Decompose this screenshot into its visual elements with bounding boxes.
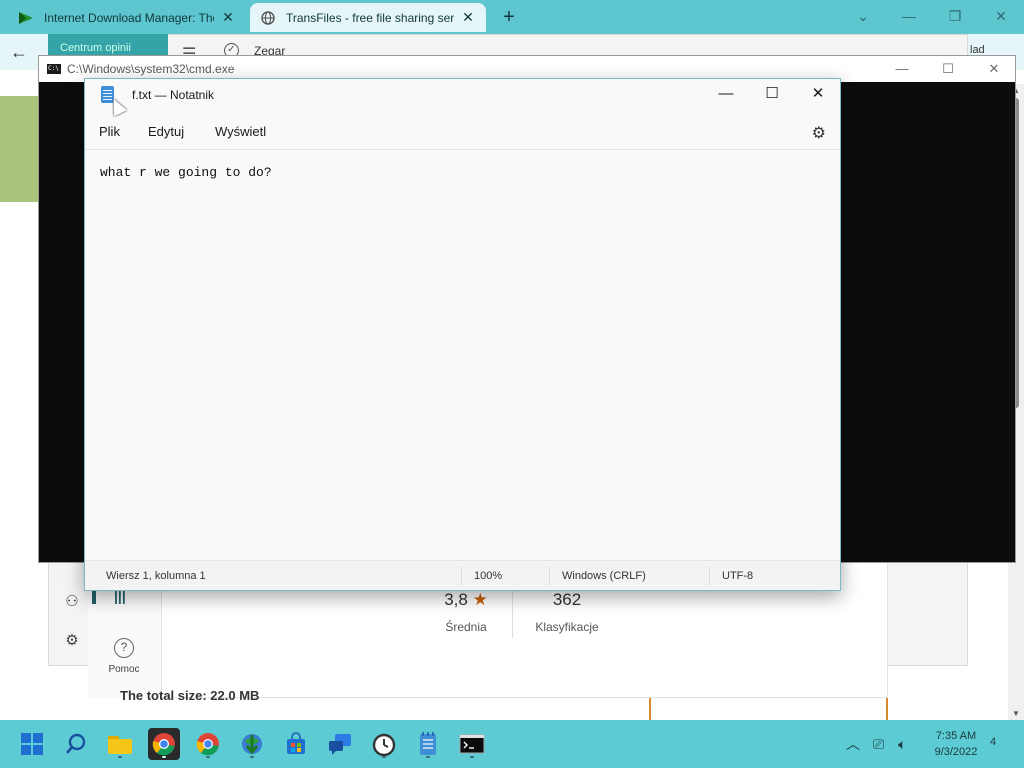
settings-icon[interactable]: ⚙ xyxy=(62,631,82,651)
network-icon[interactable]: ⎚ xyxy=(873,720,884,768)
notepad-window[interactable]: f.txt — Notatnik — ☐ ✕ Plik Edytuj Wyświ… xyxy=(84,78,841,591)
globe-icon xyxy=(260,10,276,26)
rating-label: Średnia xyxy=(445,620,487,634)
taskbar: ︿ ⎚ 🔈︎ 7:35 AM 9/3/2022 4 xyxy=(0,720,1024,768)
notepad-taskbar-button[interactable] xyxy=(412,728,444,760)
total-size-text: The total size: 22.0 MB xyxy=(120,688,260,703)
minimize-icon[interactable]: — xyxy=(886,4,932,28)
cursor-position: Wiersz 1, kolumna 1 xyxy=(106,570,206,582)
chrome-button[interactable] xyxy=(192,728,224,760)
average-rating: 3,8 ★ Średnia xyxy=(436,590,496,634)
count-label: Klasyfikacje xyxy=(535,620,599,634)
scroll-down-icon[interactable]: ▼ xyxy=(1012,709,1020,718)
idm-globe-icon xyxy=(242,734,262,755)
chrome-icon xyxy=(152,733,175,756)
new-tab-button[interactable]: + xyxy=(498,6,520,28)
divider xyxy=(549,566,550,586)
accent-line xyxy=(886,698,888,720)
browser-tab-strip: Internet Download Manager: The ✕ TransFi… xyxy=(0,0,1024,34)
clock-app-button[interactable] xyxy=(368,728,400,760)
search-icon xyxy=(66,733,86,754)
rating-value: 3,8 xyxy=(444,590,468,609)
volume-icon[interactable]: 🔈︎ xyxy=(898,720,906,768)
maximize-button[interactable]: ☐ xyxy=(749,79,795,109)
help-label: Pomoc xyxy=(108,664,140,675)
running-indicator xyxy=(426,756,430,758)
windows-logo-icon xyxy=(21,733,43,755)
count-value: 362 xyxy=(552,590,582,609)
terminal-icon xyxy=(459,734,485,754)
encoding: UTF-8 xyxy=(722,570,754,582)
restore-icon[interactable]: ❐ xyxy=(932,4,978,28)
feedback-icon xyxy=(329,734,351,755)
back-arrow-icon[interactable]: ← xyxy=(10,42,28,63)
help-button[interactable]: ? Pomoc xyxy=(100,638,148,675)
text-editor-area[interactable]: what r we going to do? xyxy=(85,149,840,559)
divider xyxy=(512,588,513,638)
cmd-title: C:\Windows\system32\cmd.exe xyxy=(67,62,235,76)
clock-time: 7:35 AM xyxy=(935,730,977,742)
star-icon: ★ xyxy=(472,590,488,609)
chrome-button-active[interactable] xyxy=(148,728,180,760)
start-button[interactable] xyxy=(16,728,48,760)
idm-taskbar-button[interactable] xyxy=(236,728,268,760)
running-indicator xyxy=(206,756,210,758)
menu-view[interactable]: Wyświetl xyxy=(215,124,266,139)
cmd-taskbar-button[interactable] xyxy=(456,728,488,760)
line-endings: Windows (CRLF) xyxy=(562,570,646,582)
notepad-icon xyxy=(420,732,436,755)
idm-icon xyxy=(18,10,34,26)
chrome-icon xyxy=(196,733,219,756)
tab-title: Internet Download Manager: The xyxy=(44,10,214,25)
status-bar: Wiersz 1, kolumna 1 100% Windows (CRLF) … xyxy=(85,560,840,590)
close-icon[interactable]: ✕ xyxy=(978,4,1024,28)
editor-content[interactable]: what r we going to do? xyxy=(100,165,272,180)
store-bag-icon xyxy=(287,732,305,754)
clock-date: 9/3/2022 xyxy=(934,746,978,758)
file-explorer-button[interactable] xyxy=(104,728,136,760)
running-indicator xyxy=(162,756,166,758)
notification-count-badge[interactable]: 4 xyxy=(990,736,996,748)
accent-line xyxy=(649,698,651,720)
show-hidden-icons-chevron-icon[interactable]: ︿ xyxy=(846,720,860,768)
system-clock[interactable]: 7:35 AM 9/3/2022 xyxy=(922,728,990,760)
close-icon[interactable]: ✕ xyxy=(971,56,1017,82)
help-icon: ? xyxy=(114,638,134,658)
page-banner-image xyxy=(0,96,40,202)
menu-edit[interactable]: Edytuj xyxy=(148,124,184,139)
divider xyxy=(461,566,462,586)
menu-bar: Plik Edytuj Wyświetl ⚙ xyxy=(85,115,840,149)
folder-icon xyxy=(108,736,132,754)
running-indicator xyxy=(382,756,386,758)
close-button[interactable]: ✕ xyxy=(795,79,841,109)
settings-gear-icon[interactable]: ⚙ xyxy=(812,123,826,143)
close-tab-icon[interactable]: ✕ xyxy=(220,9,236,26)
menu-file[interactable]: Plik xyxy=(99,124,120,139)
tab-search-icon[interactable]: ⌄ xyxy=(840,4,886,28)
notepad-title-bar[interactable]: f.txt — Notatnik — ☐ ✕ xyxy=(85,79,840,111)
window-title: f.txt — Notatnik xyxy=(132,88,215,102)
ratings-count: 362 Klasyfikacje xyxy=(530,590,604,634)
search-button[interactable] xyxy=(60,728,92,760)
running-indicator xyxy=(250,756,254,758)
cmd-icon: C:\ xyxy=(47,64,61,74)
minimize-icon[interactable]: — xyxy=(879,56,925,82)
running-indicator xyxy=(470,756,474,758)
tab-transfiles[interactable]: TransFiles - free file sharing service ✕ xyxy=(250,3,486,32)
minimize-button[interactable]: — xyxy=(703,79,749,109)
clock-icon xyxy=(372,733,396,756)
close-tab-icon[interactable]: ✕ xyxy=(460,9,476,26)
divider xyxy=(709,566,710,586)
add-person-icon[interactable]: ⚇ xyxy=(62,592,82,612)
tab-title: TransFiles - free file sharing service xyxy=(286,10,454,25)
zoom-level: 100% xyxy=(474,570,503,582)
maximize-icon[interactable]: ☐ xyxy=(925,56,971,82)
feedback-hub-button[interactable] xyxy=(324,728,356,760)
tab-idm[interactable]: Internet Download Manager: The ✕ xyxy=(8,3,246,32)
microsoft-store-button[interactable] xyxy=(280,728,312,760)
running-indicator xyxy=(118,756,122,758)
